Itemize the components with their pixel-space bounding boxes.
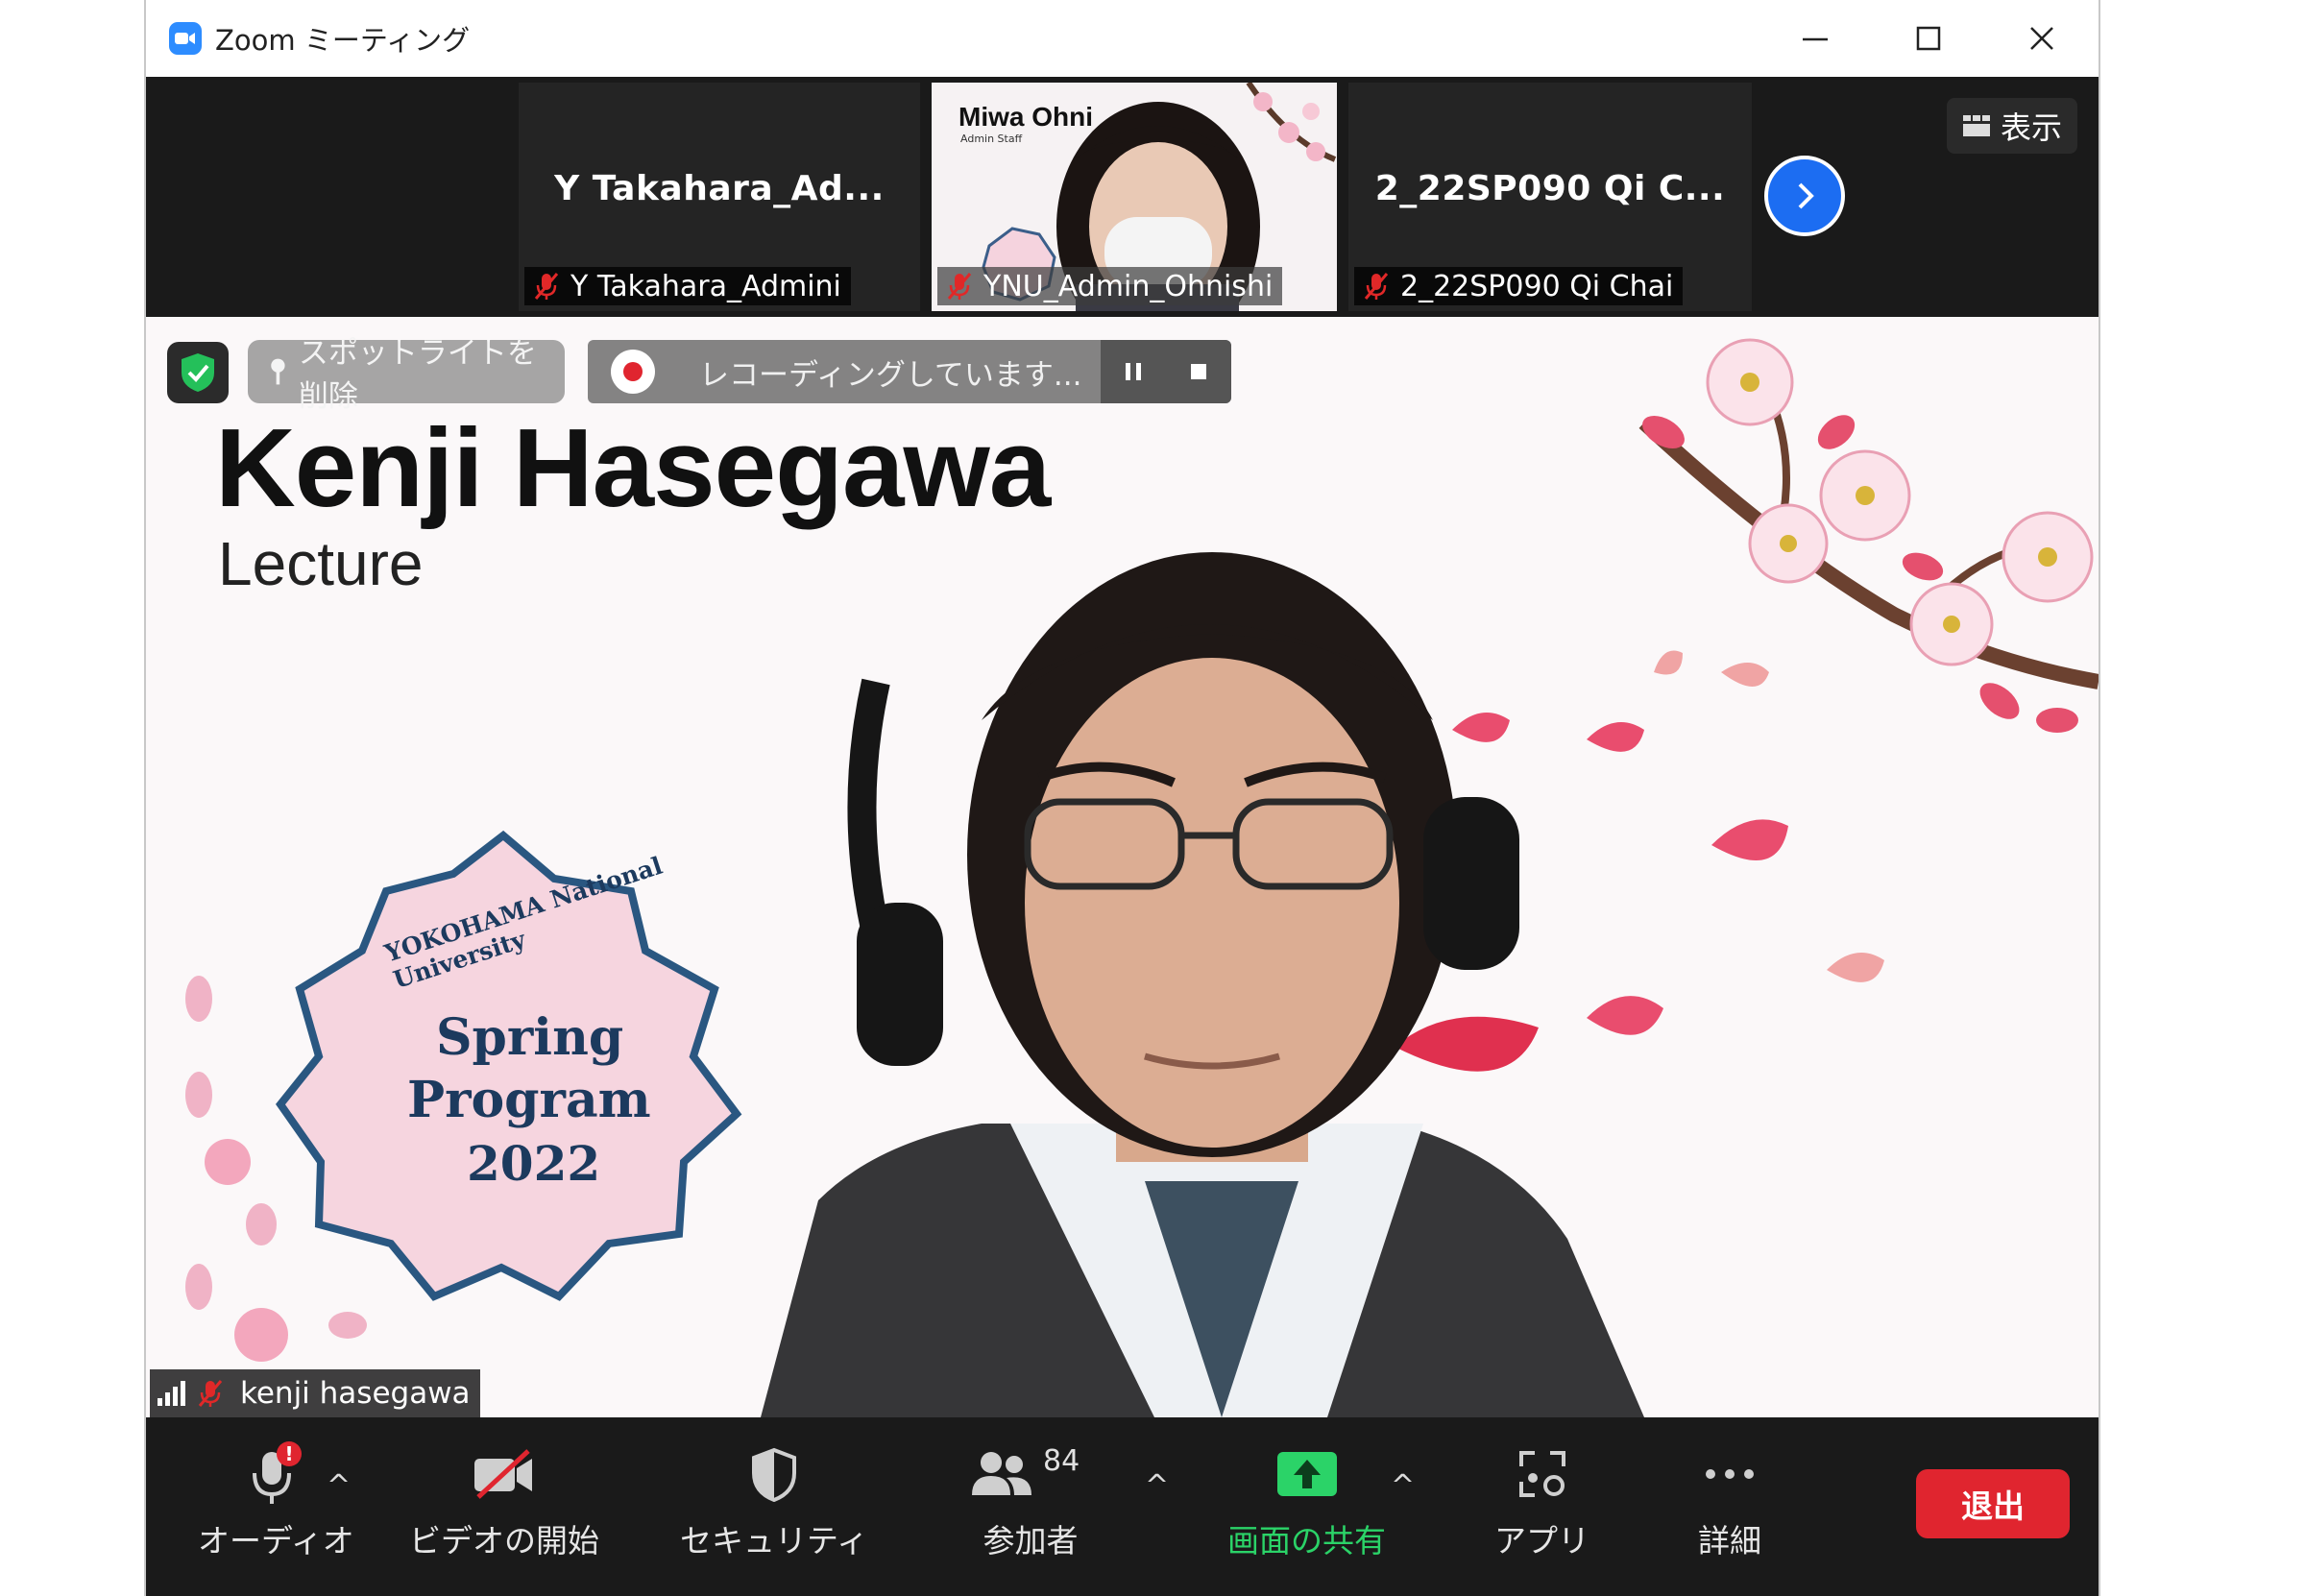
participant-strip: Y Takahara_Ad... Y Takahara_Admini Miwa … bbox=[146, 77, 2099, 317]
recording-indicator: レコーディングしています... bbox=[588, 340, 1231, 403]
start-video-label: ビデオの開始 bbox=[409, 1522, 599, 1560]
video-overlay-name: Miwa Ohni bbox=[958, 102, 1093, 132]
close-button[interactable] bbox=[1985, 0, 2099, 77]
close-icon bbox=[2030, 27, 2053, 50]
badge-line-3: 2022 bbox=[467, 1135, 601, 1192]
apps-label: アプリ bbox=[1494, 1522, 1589, 1560]
zoom-window: Zoom ミーティング Y Takahara_Ad... Y Takahara_… bbox=[146, 0, 2099, 1596]
remove-spotlight-button[interactable]: スポットライトを削除 bbox=[248, 336, 565, 414]
shield-icon bbox=[752, 1447, 797, 1502]
active-speaker-video: スポットライトを削除 レコーディングしています... Kenji Hasegaw… bbox=[146, 317, 2099, 1417]
mic-muted-icon bbox=[198, 1380, 223, 1407]
zoom-logo-icon bbox=[169, 22, 202, 55]
participant-tile[interactable]: Y Takahara_Ad... Y Takahara_Admini bbox=[519, 83, 920, 311]
minimize-icon bbox=[1803, 37, 1828, 41]
stop-recording-button[interactable] bbox=[1166, 340, 1231, 403]
share-screen-button[interactable]: 画面の共有 bbox=[1227, 1440, 1386, 1561]
more-button[interactable]: 詳細 bbox=[1698, 1440, 1761, 1561]
view-grid-icon bbox=[1962, 115, 1990, 136]
leave-button[interactable]: 退出 bbox=[1916, 1469, 2070, 1538]
mic-muted-icon bbox=[534, 273, 559, 300]
microphone-icon: ! bbox=[253, 1441, 303, 1504]
participants-label: 参加者 bbox=[983, 1522, 1079, 1560]
meeting-toolbar: ! オーディオ ^ ビデオの開始 セキュリティ 84 参加者 ^ 画面の共有 ^… bbox=[146, 1417, 2099, 1596]
participants-options-caret[interactable]: ^ bbox=[1145, 1469, 1169, 1503]
video-off-icon bbox=[474, 1449, 532, 1499]
security-button[interactable]: セキュリティ bbox=[680, 1440, 868, 1561]
more-label: 詳細 bbox=[1698, 1522, 1761, 1560]
maximize-button[interactable] bbox=[1872, 0, 1985, 77]
start-video-button[interactable]: ビデオの開始 bbox=[409, 1440, 599, 1561]
participant-tile[interactable]: 2_22SP090 Qi C... 2_22SP090 Qi Chai bbox=[1348, 83, 1752, 311]
participant-label-text: 2_22SP090 Qi Chai bbox=[1400, 269, 1674, 303]
video-overlay-role: Admin Staff bbox=[960, 133, 1023, 145]
participant-name-label: 2_22SP090 Qi Chai bbox=[1354, 267, 1684, 305]
audio-label: オーディオ bbox=[198, 1522, 354, 1560]
more-dots-icon bbox=[1706, 1469, 1754, 1479]
participants-button[interactable]: 84 参加者 bbox=[968, 1440, 1093, 1561]
chevron-right-icon bbox=[1798, 182, 1814, 209]
apps-icon bbox=[1518, 1451, 1565, 1497]
next-page-button[interactable] bbox=[1764, 156, 1845, 236]
participant-name-label: Y Takahara_Admini bbox=[524, 267, 851, 305]
pin-icon bbox=[271, 358, 285, 385]
minimize-button[interactable] bbox=[1759, 0, 1872, 77]
view-button-label: 表示 bbox=[2000, 109, 2062, 146]
participant-label-text: Y Takahara_Admini bbox=[570, 269, 841, 303]
view-button[interactable]: 表示 bbox=[1946, 98, 2077, 154]
security-label: セキュリティ bbox=[680, 1522, 869, 1560]
window-title: Zoom ミーティング bbox=[215, 24, 471, 57]
pause-icon bbox=[1126, 363, 1141, 380]
mic-muted-icon bbox=[947, 273, 972, 300]
badge-line-2: Program bbox=[407, 1071, 651, 1129]
speaker-name-label: kenji hasegawa bbox=[150, 1369, 480, 1417]
audio-options-caret[interactable]: ^ bbox=[327, 1469, 351, 1503]
share-screen-icon bbox=[1276, 1452, 1337, 1496]
speaker-title: Kenji Hasegawa bbox=[215, 405, 1051, 530]
badge-line-1: Spring bbox=[436, 1008, 624, 1067]
encryption-shield-icon[interactable] bbox=[167, 342, 229, 403]
stop-icon bbox=[1191, 364, 1206, 379]
participant-tile[interactable]: Miwa Ohni Admin Staff YNU_Admin_Ohnishi bbox=[932, 83, 1337, 311]
shield-check-icon bbox=[182, 353, 214, 392]
recording-status: レコーディングしています... bbox=[699, 357, 1082, 393]
participant-display-name: Y Takahara_Ad... bbox=[554, 169, 885, 208]
signal-strength-icon bbox=[158, 1381, 185, 1406]
participants-count: 84 bbox=[1043, 1444, 1080, 1478]
remove-spotlight-label: スポットライトを削除 bbox=[298, 336, 537, 414]
maximize-icon bbox=[1916, 26, 1941, 51]
title-bar: Zoom ミーティング bbox=[146, 0, 2099, 77]
participant-display-name: 2_22SP090 Qi C... bbox=[1374, 169, 1726, 208]
share-screen-label: 画面の共有 bbox=[1227, 1522, 1386, 1560]
speaker-subtitle: Lecture bbox=[218, 529, 424, 598]
recording-icon bbox=[611, 350, 655, 394]
share-options-caret[interactable]: ^ bbox=[1391, 1469, 1415, 1503]
pause-recording-button[interactable] bbox=[1101, 340, 1166, 403]
participants-icon bbox=[972, 1452, 1031, 1495]
speaker-label-text: kenji hasegawa bbox=[240, 1376, 471, 1411]
svg-text:!: ! bbox=[285, 1442, 294, 1465]
participant-label-text: YNU_Admin_Ohnishi bbox=[983, 269, 1274, 303]
mic-muted-icon bbox=[1364, 273, 1389, 300]
apps-button[interactable]: アプリ bbox=[1494, 1440, 1589, 1561]
participant-name-label: YNU_Admin_Ohnishi bbox=[937, 267, 1283, 305]
